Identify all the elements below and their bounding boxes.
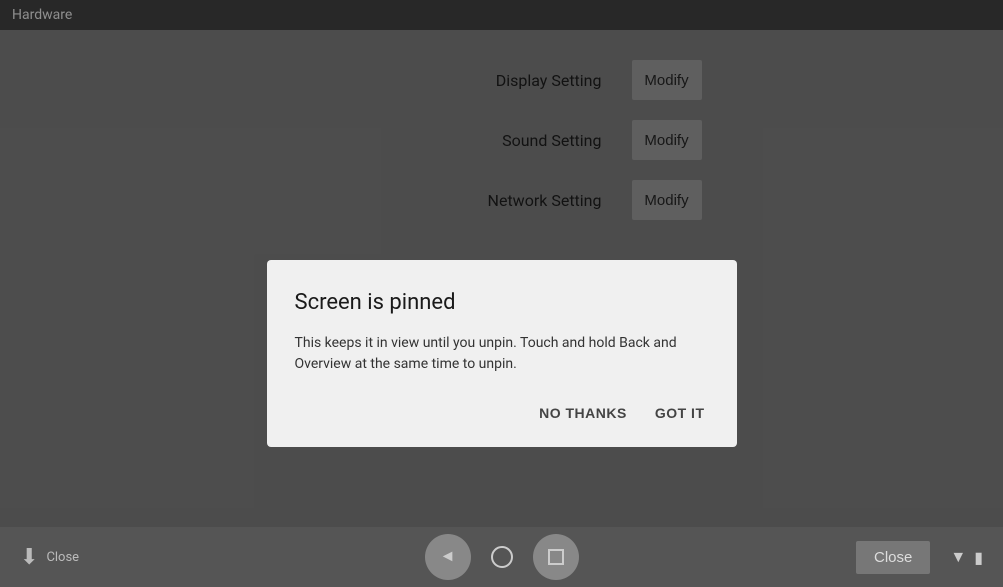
back-icon: ◄ — [440, 548, 456, 566]
got-it-button[interactable]: GOT IT — [651, 399, 709, 427]
bottom-right: Close ▼ ▮ — [856, 541, 983, 574]
square-icon — [548, 549, 564, 565]
display-modify-button[interactable]: Modify — [632, 60, 702, 100]
bottom-nav-center: ◄ — [425, 534, 579, 580]
network-modify-button[interactable]: Modify — [632, 180, 702, 220]
battery-icon: ▮ — [974, 548, 983, 567]
title-bar: Hardware — [0, 0, 1003, 30]
network-setting-label: Network Setting — [302, 191, 632, 210]
setting-row-display: Display Setting Modify — [302, 60, 702, 100]
sound-modify-button[interactable]: Modify — [632, 120, 702, 160]
wifi-icon: ▼ — [950, 547, 966, 567]
dialog-body: This keeps it in view until you unpin. T… — [295, 333, 709, 375]
no-thanks-button[interactable]: NO THANKS — [535, 399, 631, 427]
title-bar-title: Hardware — [12, 7, 72, 23]
bottom-left: ⬇ Close — [20, 545, 79, 570]
back-nav-button[interactable]: ◄ — [425, 534, 471, 580]
dialog-buttons: NO THANKS GOT IT — [295, 399, 709, 427]
download-icon: ⬇ — [20, 545, 38, 570]
home-nav-button[interactable] — [491, 546, 513, 568]
setting-row-sound: Sound Setting Modify — [302, 120, 702, 160]
screen-pinned-dialog: Screen is pinned This keeps it in view u… — [267, 260, 737, 447]
dialog-title: Screen is pinned — [295, 290, 709, 315]
close-button[interactable]: Close — [856, 541, 930, 574]
sound-setting-label: Sound Setting — [302, 131, 632, 150]
status-icons: ▼ ▮ — [950, 547, 983, 567]
setting-row-network: Network Setting Modify — [302, 180, 702, 220]
download-icon-wrapper: ⬇ Close — [20, 545, 79, 570]
bottom-bar: ⬇ Close ◄ Close ▼ ▮ — [0, 527, 1003, 587]
display-setting-label: Display Setting — [302, 71, 632, 90]
bottom-close-label: Close — [46, 550, 79, 565]
overview-nav-button[interactable] — [533, 534, 579, 580]
